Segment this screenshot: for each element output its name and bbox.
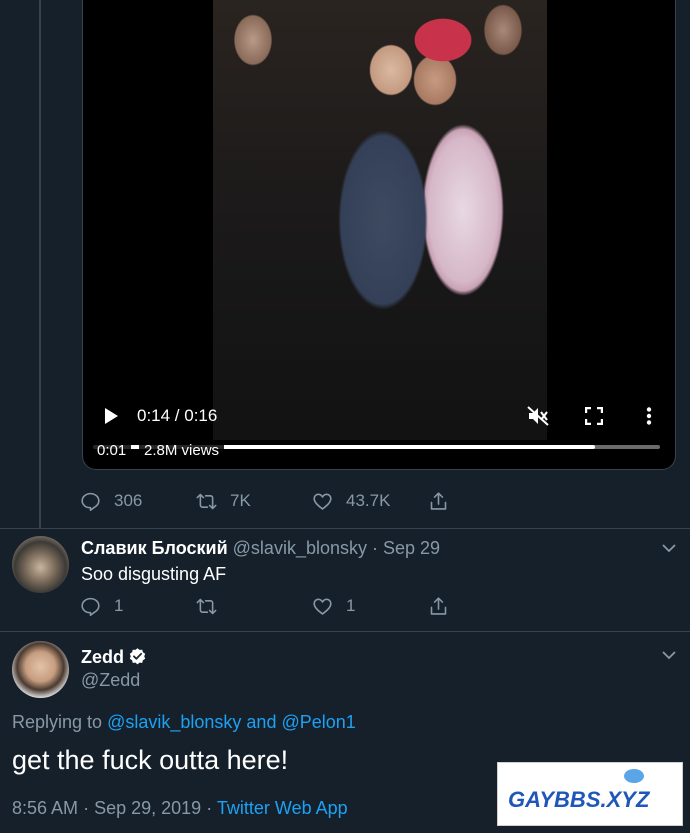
- mention-link[interactable]: @slavik_blonsky: [107, 712, 241, 732]
- watermark-text: GAYBBS.XYZ: [508, 787, 650, 812]
- video-player[interactable]: 0:14 / 0:16 0:01 2.8M views: [82, 0, 676, 470]
- fullscreen-icon[interactable]: [585, 407, 603, 425]
- views-badge: 2.8M views: [139, 440, 225, 462]
- meta-separator: ·: [83, 798, 90, 818]
- share-icon: [430, 491, 447, 510]
- avatar[interactable]: [12, 536, 69, 593]
- tweet-source-link[interactable]: Twitter Web App: [217, 798, 348, 818]
- tweet-date[interactable]: Sep 29: [383, 538, 440, 558]
- tweet-date[interactable]: Sep 29, 2019: [94, 798, 201, 818]
- reply-count: 1: [114, 596, 124, 615]
- play-icon[interactable]: [105, 408, 118, 424]
- retweet-button[interactable]: [196, 594, 230, 618]
- divider: [0, 528, 690, 529]
- verified-badge-icon: [129, 648, 146, 665]
- tweet-text: Soo disgusting AF: [81, 564, 227, 584]
- bird-logo-icon: [624, 769, 644, 783]
- share-button[interactable]: [428, 489, 462, 513]
- reply-icon: [81, 492, 100, 511]
- reply-button[interactable]: 1: [80, 594, 123, 618]
- share-button[interactable]: [428, 594, 462, 618]
- reply-button[interactable]: 306: [80, 489, 142, 513]
- retweet-count: 7K: [230, 491, 251, 510]
- handle[interactable]: @slavik_blonsky: [233, 538, 367, 558]
- reply-author-line: Славик Блоский @slavik_blonsky · Sep 29: [81, 538, 440, 559]
- like-button[interactable]: 43.7K: [312, 489, 390, 513]
- tweet-timestamp-line: 8:56 AM · Sep 29, 2019 · Twitter Web App: [12, 798, 348, 819]
- replying-conjunction: and: [246, 712, 277, 732]
- chevron-down-icon[interactable]: [662, 543, 676, 553]
- replying-to-line: Replying to @slavik_blonsky and @Pelon1: [12, 712, 356, 733]
- divider: [0, 631, 690, 632]
- like-count: 1: [346, 596, 356, 615]
- chevron-down-icon[interactable]: [662, 650, 676, 660]
- mute-icon[interactable]: [527, 406, 549, 426]
- video-frame[interactable]: [213, 0, 547, 440]
- display-name[interactable]: Zedd: [81, 647, 124, 667]
- more-options-icon[interactable]: [646, 407, 652, 425]
- meta-separator: ·: [372, 538, 378, 558]
- handle[interactable]: @Zedd: [81, 670, 140, 691]
- heart-icon: [313, 493, 332, 510]
- like-count: 43.7K: [346, 491, 391, 510]
- heart-icon: [313, 598, 332, 615]
- tweet-text: get the fuck outta here!: [12, 745, 289, 775]
- video-time: 0:14 / 0:16: [137, 406, 218, 425]
- avatar[interactable]: [12, 641, 69, 698]
- watermark-logo: GAYBBS.XYZ: [497, 762, 683, 826]
- reply-icon: [81, 597, 100, 616]
- replying-prefix: Replying to: [12, 712, 103, 732]
- reply-count: 306: [114, 491, 143, 510]
- retweet-button[interactable]: 7K: [196, 489, 251, 513]
- focus-author-name: Zedd: [81, 647, 147, 668]
- tweet-time[interactable]: 8:56 AM: [12, 798, 78, 818]
- like-button[interactable]: 1: [312, 594, 355, 618]
- thread-line: [39, 0, 41, 528]
- meta-separator: ·: [206, 798, 213, 818]
- mention-link[interactable]: @Pelon1: [281, 712, 355, 732]
- display-name[interactable]: Славик Блоский: [81, 538, 228, 558]
- share-icon: [430, 596, 447, 615]
- elapsed-badge: 0:01: [92, 440, 132, 462]
- retweet-icon: [196, 493, 217, 509]
- retweet-icon: [196, 598, 217, 614]
